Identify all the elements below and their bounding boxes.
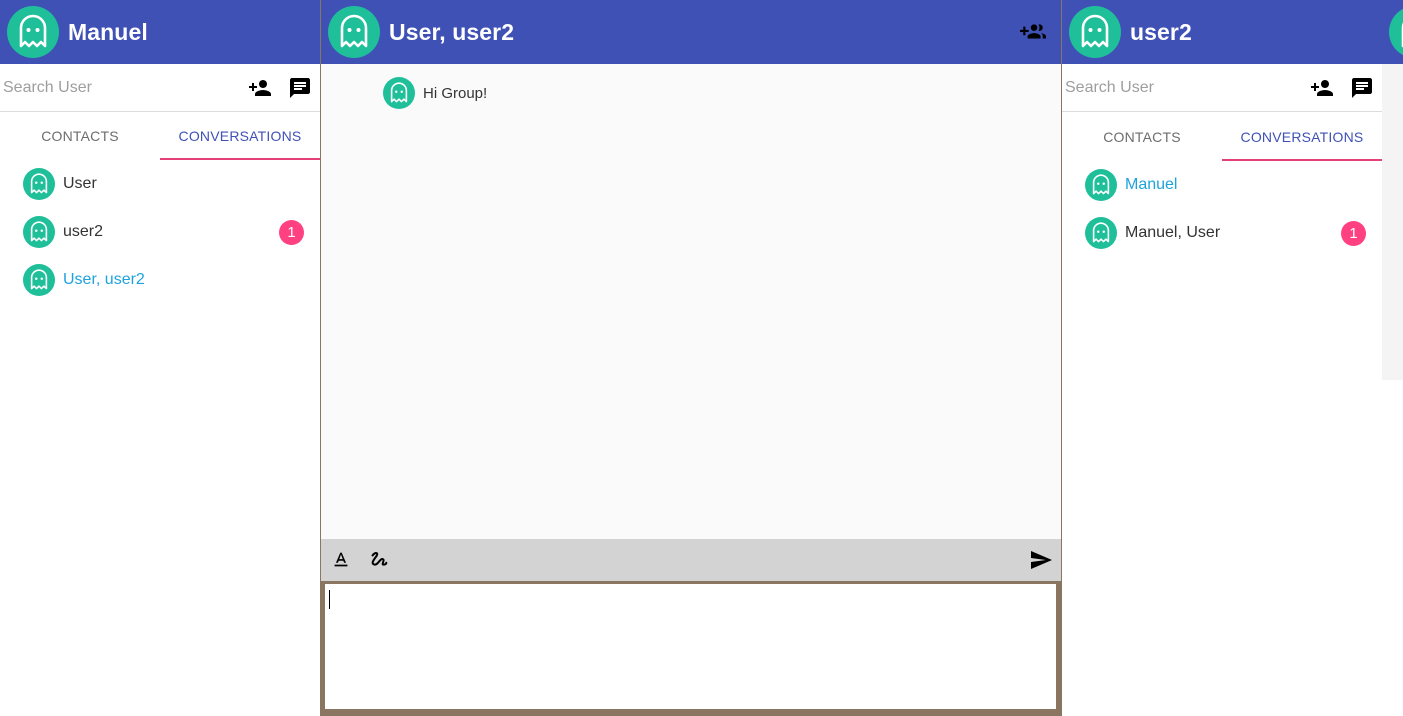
message-text: Hi Group!: [423, 84, 488, 102]
user-avatar: [1069, 6, 1121, 58]
conversation-item[interactable]: user2 1: [0, 208, 320, 256]
conversation-item[interactable]: Manuel: [1062, 161, 1382, 209]
chat-title: User, user2: [389, 18, 515, 45]
conversation-item[interactable]: User, user2: [0, 256, 320, 304]
ghost-avatar-icon: [23, 168, 55, 200]
left-tabs: CONTACTS CONVERSATIONS: [0, 112, 320, 160]
next-window-header: [1382, 0, 1403, 64]
group-avatar: [328, 6, 380, 58]
draw-button[interactable]: [359, 540, 399, 580]
message-input[interactable]: [325, 584, 1056, 709]
new-conversation-button[interactable]: [1342, 68, 1382, 108]
person-add-icon: [249, 79, 271, 96]
conversation-name: user2: [63, 223, 104, 240]
tab-contacts[interactable]: CONTACTS: [1062, 113, 1222, 161]
ghost-avatar-icon: [23, 264, 55, 296]
conversation-item[interactable]: Manuel, User 1: [1062, 209, 1382, 257]
search-input[interactable]: [1062, 67, 1302, 108]
ghost-avatar-icon: [383, 77, 415, 109]
next-window-strip: [1382, 0, 1403, 380]
format-text-button[interactable]: [321, 540, 361, 580]
chat-header: User, user2: [321, 0, 1061, 64]
ghost-avatar-icon: [23, 216, 55, 248]
person-add-icon: [1311, 79, 1333, 96]
group-add-icon: [1020, 24, 1046, 39]
add-contact-button[interactable]: [240, 68, 280, 108]
message-item: Hi Group!: [383, 77, 487, 109]
text-caret: [329, 590, 330, 609]
left-search-row: [0, 64, 320, 112]
left-header: Manuel: [0, 0, 320, 64]
conversation-name: Manuel: [1125, 176, 1178, 193]
format-text-icon: [334, 552, 348, 567]
conversation-item[interactable]: User: [0, 160, 320, 208]
right-conversation-list: Manuel Manuel, User 1: [1062, 161, 1382, 257]
right-tabs: CONTACTS CONVERSATIONS: [1062, 113, 1382, 161]
add-participant-button[interactable]: [1013, 12, 1053, 52]
ghost-avatar-icon: [1085, 169, 1117, 201]
left-conversation-list: User user2 1 User, user2: [0, 160, 320, 304]
current-user-name: user2: [1130, 18, 1192, 45]
conversation-name: User: [63, 175, 97, 192]
tab-contacts[interactable]: CONTACTS: [0, 112, 160, 160]
user-avatar: [7, 6, 59, 58]
right-search-row: [1062, 64, 1382, 112]
unread-badge: 1: [1341, 221, 1366, 246]
chat-icon: [1352, 77, 1372, 98]
new-conversation-button[interactable]: [280, 68, 320, 108]
send-icon: [1031, 551, 1052, 569]
tab-conversations[interactable]: CONVERSATIONS: [1222, 113, 1382, 161]
search-input[interactable]: [0, 67, 240, 108]
ghost-avatar-icon: [1085, 217, 1117, 249]
add-contact-button[interactable]: [1302, 68, 1342, 108]
user-avatar: [1389, 6, 1403, 58]
message-area: Hi Group!: [321, 64, 1061, 539]
current-user-name: Manuel: [68, 18, 148, 45]
right-header: user2: [1062, 0, 1403, 64]
conversation-name: Manuel, User: [1125, 224, 1221, 241]
chat-icon: [290, 77, 310, 98]
unread-badge: 1: [279, 220, 304, 245]
draw-icon: [371, 552, 388, 566]
conversation-name: User, user2: [63, 271, 145, 288]
compose-toolbar: [321, 539, 1061, 581]
tab-conversations[interactable]: CONVERSATIONS: [160, 112, 320, 160]
send-button[interactable]: [1021, 540, 1061, 580]
